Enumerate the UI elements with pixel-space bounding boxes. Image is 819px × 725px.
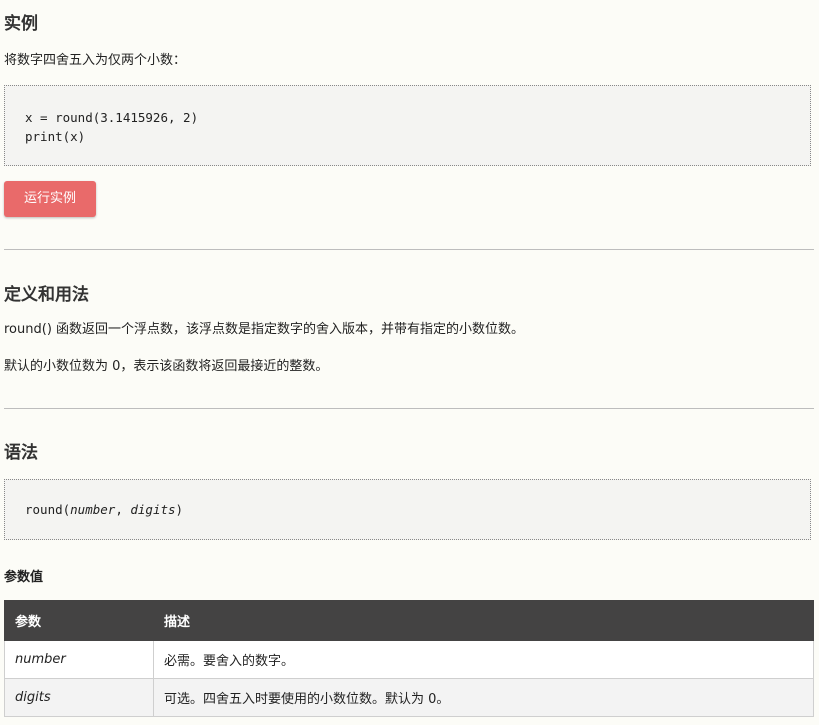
parameters-table: 参数 描述 number 必需。要舍入的数字。 digits 可选。四舍五入时要…	[4, 600, 814, 717]
code-line-1: x = round(3.1415926, 2)	[25, 110, 199, 125]
param-name-cell: number	[4, 640, 154, 679]
run-example-button[interactable]: 运行实例	[4, 181, 96, 217]
syntax-prefix: round(	[25, 502, 71, 517]
syntax-code-line: round(number, digits)	[25, 500, 790, 519]
param-desc-cell: 可选。四舍五入时要使用的小数位数。默认为 0。	[153, 678, 814, 717]
code-line-2: print(x)	[25, 129, 86, 144]
syntax-heading: 语法	[4, 443, 38, 463]
example-heading: 实例	[4, 14, 38, 34]
page: 实例 将数字四舍五入为仅两个小数： x = round(3.1415926, 2…	[0, 0, 819, 725]
syntax-param-number: number	[70, 502, 116, 517]
definition-para-1: round() 函数返回一个浮点数，该浮点数是指定数字的舍入版本，并带有指定的小…	[4, 322, 525, 337]
column-header-description: 描述	[153, 600, 814, 641]
example-code-box[interactable]: x = round(3.1415926, 2) print(x)	[4, 85, 811, 166]
syntax-param-digits: digits	[130, 502, 176, 517]
divider-2	[4, 408, 814, 409]
table-header-row: 参数 描述	[4, 600, 814, 641]
example-description: 将数字四舍五入为仅两个小数：	[4, 53, 187, 68]
divider-1	[4, 249, 814, 250]
table-row: number 必需。要舍入的数字。	[4, 640, 814, 679]
column-header-param: 参数	[4, 600, 154, 641]
param-name-cell: digits	[4, 678, 154, 717]
syntax-separator: ,	[115, 502, 131, 517]
syntax-code-box[interactable]: round(number, digits)	[4, 479, 811, 540]
definition-heading: 定义和用法	[4, 285, 89, 305]
param-desc-cell: 必需。要舍入的数字。	[153, 640, 814, 679]
table-row: digits 可选。四舍五入时要使用的小数位数。默认为 0。	[4, 678, 814, 717]
parameters-heading: 参数值	[4, 570, 44, 585]
syntax-suffix: )	[175, 502, 184, 517]
definition-para-2: 默认的小数位数为 0，表示该函数将返回最接近的整数。	[4, 359, 329, 374]
